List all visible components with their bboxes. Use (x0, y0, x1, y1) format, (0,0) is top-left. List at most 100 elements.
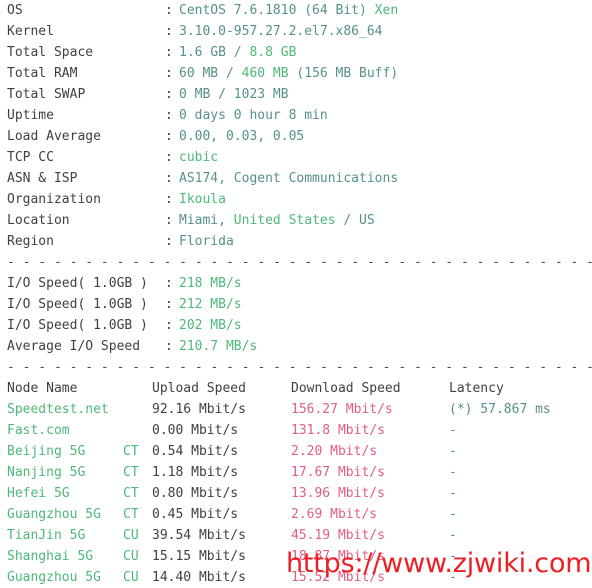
info-value-part: cubic (179, 150, 219, 165)
table-row: Shanghai 5G CU 15.15 Mbit/s 18.87 Mbit/s - (7, 546, 592, 567)
info-row: Total SWAP:0 MB / 1023 MB (7, 84, 592, 105)
cell-latency: (*) 57.867 ms (449, 402, 551, 417)
info-value: 0 MB / 1023 MB (179, 87, 289, 102)
info-colon: : (165, 129, 173, 144)
table-row: TianJin 5G CU 39.54 Mbit/s 45.19 Mbit/s - (7, 525, 592, 546)
io-speed-row: Average I/O Speed:210.7 MB/s (7, 336, 592, 357)
info-value-part: CentOS 7.6.1810 (64 Bit) (179, 3, 375, 18)
cell-latency: - (449, 528, 457, 543)
cell-download-speed: 2.20 Mbit/s (291, 444, 378, 459)
info-value-part: United States (233, 213, 336, 228)
table-row: Fast.com 0.00 Mbit/s 131.8 Mbit/s - (7, 420, 592, 441)
io-speed-value: 212 MB/s (179, 297, 242, 312)
info-colon: : (165, 234, 173, 249)
column-header-node: Node Name (7, 381, 78, 396)
info-row: Region: Florida (7, 231, 592, 252)
info-label: Uptime (7, 108, 54, 123)
io-speed-colon: : (165, 318, 173, 333)
cell-carrier: CU (123, 528, 139, 543)
table-row: Nanjing 5G CT 1.18 Mbit/s 17.67 Mbit/s - (7, 462, 592, 483)
cell-node-name: Beijing 5G (7, 444, 86, 459)
info-value-part: 0 days 0 hour 8 min (179, 108, 328, 123)
io-speed-label: I/O Speed( 1.0GB ) (7, 297, 148, 312)
cell-latency: - (449, 507, 457, 522)
info-label: Total SWAP (7, 87, 86, 102)
info-value-part: 1.6 GB / (179, 45, 250, 60)
info-colon: : (165, 171, 173, 186)
info-row: Total RAM:60 MB / 460 MB (156 MB Buff) (7, 63, 592, 84)
cell-carrier: CT (123, 507, 139, 522)
cell-node-name: Hefei 5G (7, 486, 70, 501)
info-value: 0 days 0 hour 8 min (179, 108, 328, 123)
system-info-block: OS: CentOS 7.6.1810 (64 Bit) Xen Kernel:3.… (7, 0, 592, 252)
cell-carrier: CT (123, 444, 139, 459)
info-row: Organization: Ikoula (7, 189, 592, 210)
cell-node-name: Shanghai 5G (7, 549, 94, 564)
info-value-part: 3.10.0-957.27.2.el7.x86_64 (179, 24, 383, 39)
info-row: Total Space:1.6 GB / 8.8 GB (7, 42, 592, 63)
cell-upload-speed: 0.00 Mbit/s (152, 423, 239, 438)
io-speed-row: I/O Speed( 1.0GB ):212 MB/s (7, 294, 592, 315)
info-colon: : (165, 192, 173, 207)
info-label: TCP CC (7, 150, 54, 165)
info-value-part: / US (335, 213, 375, 228)
cell-download-speed: 45.19 Mbit/s (291, 528, 385, 543)
info-colon: : (165, 150, 173, 165)
info-value: 3.10.0-957.27.2.el7.x86_64 (179, 24, 383, 39)
io-speed-value: 218 MB/s (179, 276, 242, 291)
info-value: 1.6 GB / 8.8 GB (179, 45, 296, 60)
info-value: Florida (179, 234, 234, 249)
info-label: ASN & ISP (7, 171, 78, 186)
cell-node-name: Guangzhou 5G (7, 507, 101, 522)
info-label: Region (7, 234, 54, 249)
cell-upload-speed: 0.54 Mbit/s (152, 444, 239, 459)
info-row: Kernel:3.10.0-957.27.2.el7.x86_64 (7, 21, 592, 42)
table-row: Guangzhou 5G CT 0.45 Mbit/s 2.69 Mbit/s - (7, 504, 592, 525)
info-colon: : (165, 108, 173, 123)
info-value: Miami, United States / US (179, 213, 375, 228)
info-value: AS174, Cogent Communications (179, 171, 398, 186)
info-colon: : (165, 3, 173, 18)
info-value-part: Xen (374, 3, 399, 18)
cell-download-speed: 13.96 Mbit/s (291, 486, 385, 501)
info-row: ASN & ISP: AS174, Cogent Communications (7, 168, 592, 189)
table-row: Speedtest.net 92.16 Mbit/s 156.27 Mbit/s (*… (7, 399, 592, 420)
info-value: CentOS 7.6.1810 (64 Bit) Xen (179, 3, 398, 18)
io-speed-label: I/O Speed( 1.0GB ) (7, 318, 148, 333)
info-value-part: AS174, Cogent Communications (179, 171, 399, 186)
info-value-part: (156 MB Buff) (288, 66, 399, 81)
io-speed-colon: : (165, 339, 173, 354)
info-colon: : (165, 66, 173, 81)
cell-node-name: Nanjing 5G (7, 465, 86, 480)
cell-upload-speed: 0.45 Mbit/s (152, 507, 239, 522)
info-colon: : (165, 24, 173, 39)
cell-download-speed: 18.87 Mbit/s (291, 549, 385, 564)
cell-latency: - (449, 549, 457, 564)
info-value: 60 MB / 460 MB (156 MB Buff) (179, 66, 398, 81)
cell-carrier: CT (123, 465, 139, 480)
column-header-download: Download Speed (291, 381, 401, 396)
info-label: Load Average (7, 129, 101, 144)
cell-upload-speed: 0.80 Mbit/s (152, 486, 239, 501)
cell-download-speed: 17.67 Mbit/s (291, 465, 385, 480)
io-speed-value: 202 MB/s (179, 318, 242, 333)
info-label: Organization (7, 192, 101, 207)
info-label: Total Space (7, 45, 94, 60)
cell-upload-speed: 92.16 Mbit/s (152, 402, 246, 417)
cell-download-speed: 2.69 Mbit/s (291, 507, 378, 522)
column-header-upload: Upload Speed (152, 381, 246, 396)
info-value: 0.00, 0.03, 0.05 (179, 129, 304, 144)
cell-latency: - (449, 444, 457, 459)
info-row: TCP CC: cubic (7, 147, 592, 168)
cell-node-name: Speedtest.net (7, 402, 109, 417)
cell-latency: - (449, 423, 457, 438)
info-label: Location (7, 213, 70, 228)
terminal-output: OS: CentOS 7.6.1810 (64 Bit) Xen Kernel:3.… (7, 0, 592, 588)
info-label: Total RAM (7, 66, 78, 81)
io-speed-label: Average I/O Speed (7, 339, 141, 354)
info-value-part: 0.00, 0.03, 0.05 (179, 129, 305, 144)
info-value-part: 8.8 GB (249, 45, 297, 60)
cell-node-name: Fast.com (7, 423, 70, 438)
info-colon: : (165, 87, 173, 102)
cell-carrier: CU (123, 549, 139, 564)
